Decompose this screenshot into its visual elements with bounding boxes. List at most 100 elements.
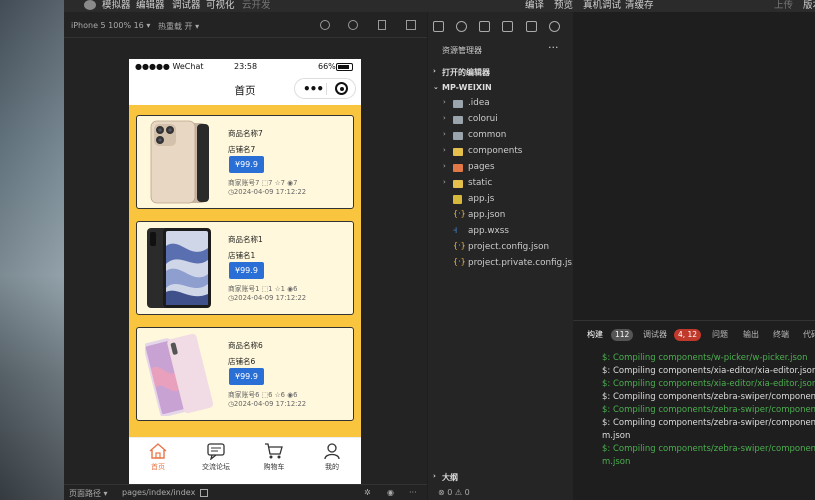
desktop-background (0, 0, 64, 500)
menu-cloud[interactable]: 云开发 (242, 0, 271, 12)
tree-item-project-private-config[interactable]: {·} project.private.config.js... (428, 256, 580, 272)
menu-simulator[interactable]: 模拟器 (102, 0, 131, 12)
chevron-right-icon: › (443, 114, 446, 122)
tab-mine-label: 我的 (325, 463, 339, 471)
tree-item-idea[interactable]: › .idea (428, 96, 573, 112)
open-editors-section[interactable]: › 打开的编辑器 (428, 65, 573, 80)
product-meta: 商家账号7 ⬚7 ☆7 ◉7 (228, 179, 298, 187)
tree-item-static[interactable]: › static (428, 176, 573, 192)
editor-icon[interactable] (526, 21, 537, 32)
build-count-badge: 112 (611, 329, 634, 341)
real-debug-button[interactable]: 真机调试 (583, 0, 621, 12)
chevron-right-icon: › (443, 162, 446, 170)
hot-reload-toggle[interactable]: 热重载 开 ▾ (158, 21, 199, 32)
clear-cache-button[interactable]: 清缓存 (625, 0, 654, 12)
problems-status[interactable]: ⊗ 0 ⚠ 0 (438, 488, 470, 497)
files-icon[interactable] (433, 21, 444, 32)
tree-item-common[interactable]: › common (428, 128, 573, 144)
user-icon (324, 443, 340, 460)
tree-item-app-js[interactable]: app.js (428, 192, 573, 208)
shop-name: 店铺名7 (228, 145, 256, 154)
editor-area (573, 12, 815, 320)
folder-icon (453, 116, 463, 124)
phone-pink-icon (145, 333, 214, 416)
console-line: $: Compiling components/zebra-swiper/com… (602, 392, 815, 402)
search-icon[interactable] (456, 21, 467, 32)
json-file-icon: {·} (453, 241, 466, 250)
menu-editor[interactable]: 编辑器 (136, 0, 165, 12)
cart-icon (265, 443, 283, 459)
tab-build[interactable]: 构建 (587, 329, 603, 340)
stop-icon[interactable] (348, 20, 358, 30)
close-miniprogram-icon[interactable] (335, 82, 348, 95)
compile-button[interactable]: 编译 (525, 0, 544, 12)
chevron-right-icon: › (433, 472, 436, 480)
status-bar: ●●●●● WeChat 23:58 66% (129, 59, 361, 75)
menu-debugger[interactable]: 调试器 (172, 0, 201, 12)
tab-cart[interactable]: 购物车 (245, 442, 303, 472)
tab-output[interactable]: 输出 (743, 329, 759, 340)
more-icon[interactable]: ••• (303, 82, 324, 96)
price-tag[interactable]: ¥99.9 (229, 368, 264, 385)
upload-button[interactable]: 上传 (774, 0, 793, 12)
tab-terminal[interactable]: 终端 (773, 329, 789, 340)
tree-item-app-json[interactable]: {·} app.json (428, 208, 573, 224)
tree-item-project-config[interactable]: {·} project.config.json (428, 240, 573, 256)
chevron-right-icon: › (443, 146, 446, 154)
shop-name: 店铺名1 (228, 251, 256, 260)
eye-icon[interactable]: ◉ (387, 488, 394, 497)
simulator-panel: iPhone 5 100% 16 ▾ 热重载 开 ▾ ●●●●● WeChat … (64, 12, 427, 500)
product-list: 商品名称7 店铺名7 ¥99.9 商家账号7 ⬚7 ☆7 ◉7 ◷2024-04… (129, 105, 361, 437)
bug-icon[interactable]: ✲ (364, 488, 371, 497)
app-logo-icon (84, 0, 96, 10)
project-section[interactable]: ⌄ MP-WEIXIN (428, 81, 573, 96)
explorer-more-icon[interactable]: ··· (548, 41, 559, 54)
console-panel: 构建 112 调试器 4, 12 问题 输出 终端 代码 $: Compilin… (573, 320, 815, 500)
product-name: 商品名称6 (228, 341, 263, 350)
capsule-menu[interactable]: ••• (294, 78, 356, 99)
debug-icon[interactable] (549, 21, 560, 32)
price-tag[interactable]: ¥99.9 (229, 262, 264, 279)
tab-code[interactable]: 代码 (803, 329, 815, 340)
tab-home[interactable]: 首页 (129, 442, 187, 472)
screen: 模拟器 编辑器 调试器 可视化 云开发 编译 预览 真机调试 清缓存 上传 版本… (0, 0, 815, 500)
phone-gold-icon (150, 120, 209, 204)
json-file-icon: {·} (453, 257, 466, 266)
tree-item-label: pages (468, 162, 495, 172)
price-tag[interactable]: ¥99.9 (229, 156, 264, 173)
product-card[interactable]: 商品名称1 店铺名1 ¥99.9 商家账号1 ⬚1 ☆1 ◉6 ◷2024-04… (136, 221, 354, 315)
tree-item-colorui[interactable]: › colorui (428, 112, 573, 128)
tree-item-label: common (468, 130, 507, 140)
open-editors-label: 打开的编辑器 (442, 68, 490, 77)
tab-debugger[interactable]: 调试器 (643, 329, 667, 340)
refresh-icon[interactable] (320, 20, 330, 30)
capsule-divider (326, 83, 327, 95)
tree-item-app-wxss[interactable]: Ꟶ app.wxss (428, 224, 573, 240)
tab-problems[interactable]: 问题 (712, 329, 728, 340)
page-path-label[interactable]: 页面路径 ▾ (69, 488, 108, 499)
copy-icon[interactable] (200, 489, 208, 497)
tree-item-components[interactable]: › components (428, 144, 573, 160)
chevron-right-icon: › (443, 130, 446, 138)
preview-button[interactable]: 预览 (554, 0, 573, 12)
outline-label: 大纲 (442, 473, 458, 482)
extensions-icon[interactable] (502, 21, 513, 32)
device-icon[interactable] (378, 20, 386, 30)
more-icon[interactable]: ··· (409, 488, 417, 497)
tree-item-label: static (468, 178, 493, 188)
tab-mine[interactable]: 我的 (303, 442, 361, 472)
product-card[interactable]: 商品名称6 店铺名6 ¥99.9 商家账号6 ⬚6 ☆6 ◉6 ◷2024-04… (136, 327, 354, 421)
tree-item-label: app.wxss (468, 226, 509, 236)
menu-visual[interactable]: 可视化 (206, 0, 235, 12)
window-icon[interactable] (406, 20, 416, 30)
device-select[interactable]: iPhone 5 100% 16 ▾ (71, 21, 150, 30)
outline-section[interactable]: › 大纲 (428, 471, 573, 485)
js-file-icon (453, 195, 462, 204)
version-button[interactable]: 版本 (803, 0, 815, 12)
tree-item-pages[interactable]: › pages (428, 160, 573, 176)
source-control-icon[interactable] (479, 21, 490, 32)
tab-forum[interactable]: 交流论坛 (187, 442, 245, 472)
console-line: $: Compiling components/xia-editor/xia-e… (602, 379, 815, 389)
product-card[interactable]: 商品名称7 店铺名7 ¥99.9 商家账号7 ⬚7 ☆7 ◉7 ◷2024-04… (136, 115, 354, 209)
debugger-count-badge: 4, 12 (674, 329, 702, 341)
